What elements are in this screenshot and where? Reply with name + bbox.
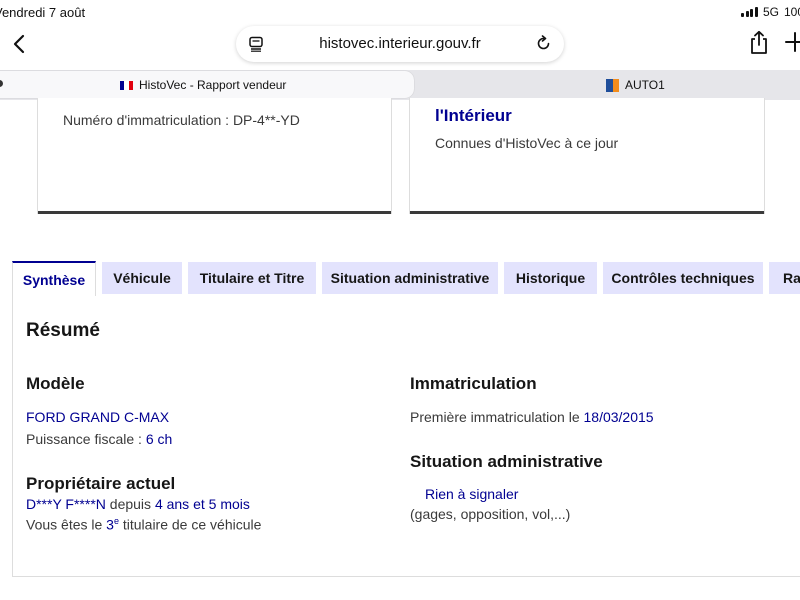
address-bar[interactable]: histovec.interieur.gouv.fr [236,26,564,62]
browser-tab-label: HistoVec - Rapport vendeur [139,78,287,92]
holder-rank-line: Vous êtes le 3e titulaire de ce véhicule [26,516,262,533]
first-registration: Première immatriculation le 18/03/2015 [410,409,654,425]
first-registration-date: 18/03/2015 [583,409,654,425]
interior-card-subtitle: Connues d'HistoVec à ce jour [435,135,619,151]
model-heading: Modèle [26,374,85,393]
model-name: FORD GRAND C-MAX [26,409,170,425]
plate-card: Numéro d'immatriculation : DP-4**-YD [37,98,392,214]
card-bottom-bar [38,211,391,214]
network-label: 5G [762,5,779,19]
tab-situation-administrative[interactable]: Situation administrative [322,262,498,294]
signal-icon [741,7,758,17]
interior-card-title: l'Intérieur [435,106,512,125]
browser-tab-histovec[interactable]: HistoVec - Rapport vendeur [120,78,286,92]
tab-historique[interactable]: Historique [504,262,597,294]
plate-number-text: Numéro d'immatriculation : DP-4**-YD [63,112,300,128]
url-text[interactable]: histovec.interieur.gouv.fr [236,35,564,52]
tab-synthese[interactable]: Synthèse [12,261,96,296]
plus-icon [785,32,800,52]
browser-tab-auto1[interactable]: AUTO1 [606,78,665,92]
fiscal-power: Puissance fiscale : 6 ch [26,431,173,447]
tab-rapport[interactable]: Rap [769,262,800,294]
owner-duration: 4 ans et 5 mois [154,496,250,512]
holder-rank: 3 [106,516,114,533]
new-tab-button[interactable] [785,31,800,58]
french-flag-icon [120,80,133,90]
reload-icon[interactable] [535,35,552,57]
owner-heading: Propriétaire actuel [26,474,176,493]
registration-heading: Immatriculation [410,374,537,393]
card-bottom-bar [410,211,764,214]
tab-titulaire[interactable]: Titulaire et Titre [188,262,316,294]
status-indicators: 5G 100 [741,5,800,19]
browser-tab-label: AUTO1 [625,78,665,92]
auto1-favicon-icon [606,78,619,92]
status-date: Vendredi 7 août [0,5,86,20]
interior-card: l'Intérieur Connues d'HistoVec à ce jour [409,98,765,214]
admin-status: Rien à signaler [425,486,519,502]
battery-label: 100 [783,5,800,19]
chevron-left-icon [13,34,25,54]
tab-controles-techniques[interactable]: Contrôles techniques [603,262,763,294]
admin-details: (gages, opposition, vol,...) [410,506,571,522]
summary-title: Résumé [26,320,100,341]
share-icon [751,30,767,54]
tab-vehicule[interactable]: Véhicule [102,262,182,294]
back-button[interactable] [6,30,32,58]
owner-line: D***Y F****N depuis 4 ans et 5 mois [26,496,250,512]
owner-name: D***Y F****N [26,496,106,512]
fiscal-power-value: 6 ch [145,431,173,447]
admin-heading: Situation administrative [410,452,603,471]
share-button[interactable] [748,30,770,61]
